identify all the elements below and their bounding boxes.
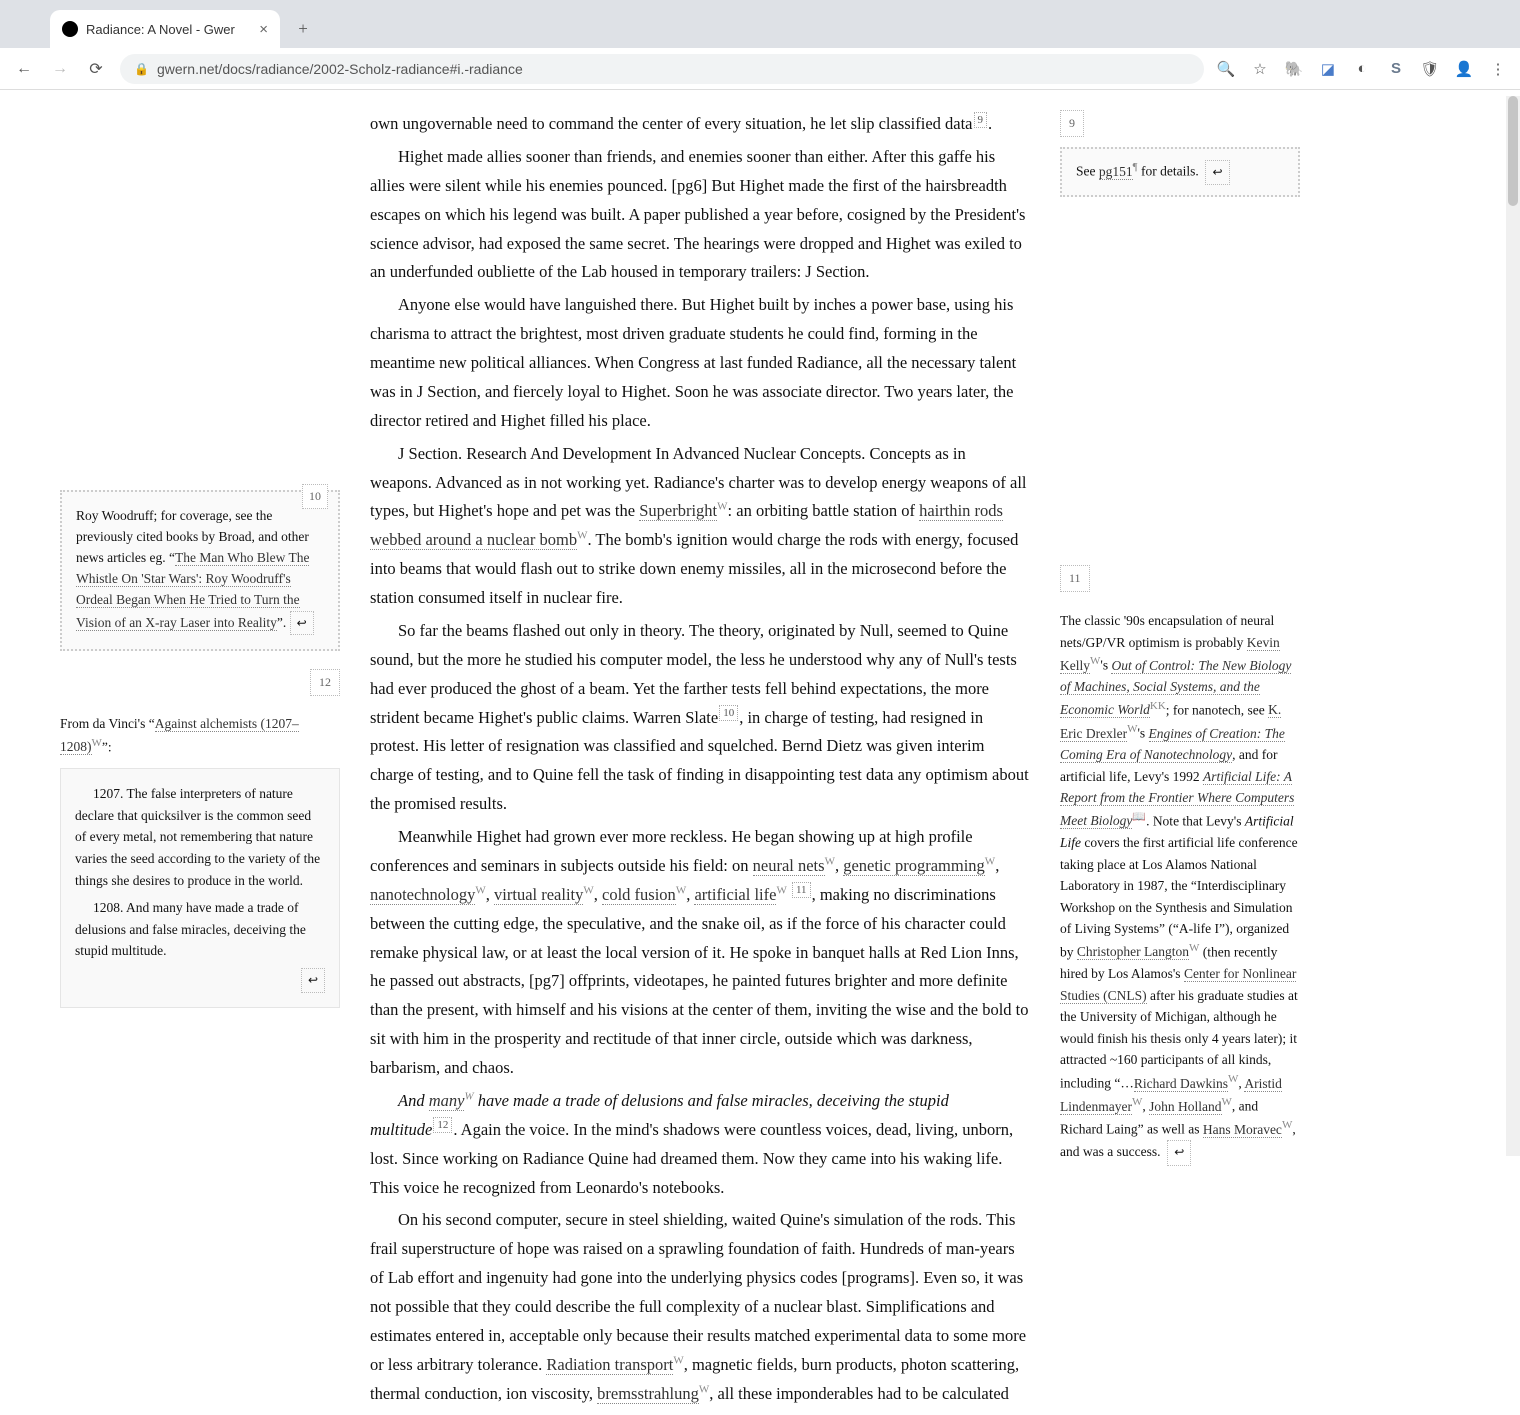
- new-tab-button[interactable]: +: [288, 14, 318, 44]
- lock-icon: 🔒: [134, 62, 149, 76]
- alife-link[interactable]: artificial life: [694, 885, 776, 905]
- url-text: gwern.net/docs/radiance/2002-Scholz-radi…: [157, 61, 523, 77]
- profile-icon[interactable]: 👤: [1454, 59, 1474, 79]
- right-margin: 9 See pg151¶ for details. ↩ 11 The class…: [1060, 110, 1300, 1415]
- sidenote-10: 10 Roy Woodruff; for coverage, see the p…: [60, 490, 340, 651]
- zoom-icon[interactable]: 🔍: [1216, 59, 1236, 79]
- close-icon[interactable]: ×: [259, 21, 268, 38]
- return-icon[interactable]: ↩: [301, 968, 325, 993]
- page-content: 10 Roy Woodruff; for coverage, see the p…: [0, 90, 1520, 1415]
- star-icon[interactable]: ☆: [1250, 59, 1270, 79]
- browser-toolbar: ← → ⟳ 🔒 gwern.net/docs/radiance/2002-Sch…: [0, 48, 1520, 90]
- para: Meanwhile Highet had grown ever more rec…: [370, 823, 1030, 1083]
- scrollbar-thumb[interactable]: [1508, 96, 1518, 206]
- sidenote-number: 12: [310, 669, 340, 696]
- back-button[interactable]: ←: [12, 57, 36, 81]
- forward-button[interactable]: →: [48, 57, 72, 81]
- footnote-ref-10[interactable]: 10: [719, 705, 738, 721]
- browser-tab-strip: Radiance: A Novel - Gwer × +: [0, 0, 1520, 48]
- return-icon[interactable]: ↩: [1167, 1140, 1191, 1165]
- sidenote-number: 10: [302, 484, 328, 509]
- brems-link[interactable]: bremsstrahlung: [597, 1384, 699, 1404]
- menu-icon[interactable]: ⋮: [1488, 59, 1508, 79]
- davinci-quote: 1207. The false interpreters of nature d…: [60, 768, 340, 1008]
- footnote-ref-9[interactable]: 9: [974, 112, 988, 128]
- para: Anyone else would have languished there.…: [370, 291, 1030, 435]
- dawkins-link[interactable]: Richard Dawkins: [1134, 1076, 1228, 1092]
- para: own ungovernable need to command the cen…: [370, 110, 1030, 139]
- holland-link[interactable]: John Holland: [1149, 1099, 1221, 1115]
- footnote-ref-11[interactable]: 11: [792, 882, 811, 898]
- tab-title: Radiance: A Novel - Gwer: [86, 22, 235, 37]
- moravec-link[interactable]: Hans Moravec: [1203, 1122, 1282, 1138]
- site-favicon: [62, 21, 78, 37]
- superbright-link[interactable]: Superbright: [639, 501, 717, 521]
- vr-link[interactable]: virtual reality: [494, 885, 583, 905]
- sidenote-number: 11: [1060, 565, 1090, 592]
- toolbar-icons: 🔍 ☆ 🐘 ◪ ◐ S 🛡 👤 ⋮: [1216, 59, 1508, 79]
- extension-icon-1[interactable]: ◪: [1318, 59, 1338, 79]
- sidenote-number: 9: [1060, 110, 1084, 137]
- para: On his second computer, secure in steel …: [370, 1206, 1030, 1415]
- sidenote-12-intro: From da Vinci's “Against alchemists (120…: [60, 714, 340, 758]
- extension-icon-s[interactable]: S: [1386, 59, 1406, 79]
- cold-fusion-link[interactable]: cold fusion: [602, 885, 676, 905]
- return-icon[interactable]: ↩: [1205, 160, 1229, 185]
- address-bar[interactable]: 🔒 gwern.net/docs/radiance/2002-Scholz-ra…: [120, 54, 1204, 84]
- many-link[interactable]: many: [429, 1091, 465, 1111]
- sidenote-11: The classic '90s encapsulation of neural…: [1060, 610, 1300, 1165]
- return-icon[interactable]: ↩: [290, 611, 314, 636]
- shield-icon[interactable]: 🛡: [1420, 59, 1440, 79]
- main-text: own ungovernable need to command the cen…: [370, 110, 1030, 1415]
- para: So far the beams flashed out only in the…: [370, 617, 1030, 819]
- pg151-link[interactable]: pg151: [1099, 164, 1133, 180]
- browser-tab[interactable]: Radiance: A Novel - Gwer ×: [50, 10, 280, 48]
- gp-link[interactable]: genetic programming: [843, 856, 985, 876]
- nano-link[interactable]: nanotechnology: [370, 885, 475, 905]
- para: And manyW have made a trade of delusions…: [370, 1087, 1030, 1203]
- sidenote-9: See pg151¶ for details. ↩: [1060, 147, 1300, 197]
- neural-nets-link[interactable]: neural nets: [753, 856, 825, 876]
- evernote-icon[interactable]: 🐘: [1284, 59, 1304, 79]
- extension-icon-2[interactable]: ◐: [1352, 59, 1372, 79]
- para: J Section. Research And Development In A…: [370, 440, 1030, 613]
- para: Highet made allies sooner than friends, …: [370, 143, 1030, 287]
- reload-button[interactable]: ⟳: [84, 57, 108, 81]
- rad-transport-link[interactable]: Radiation transport: [546, 1355, 673, 1375]
- scrollbar-track[interactable]: [1506, 96, 1520, 1156]
- left-margin: 10 Roy Woodruff; for coverage, see the p…: [60, 110, 340, 1415]
- footnote-ref-12[interactable]: 12: [433, 1117, 452, 1133]
- langton-link[interactable]: Christopher Langton: [1077, 944, 1189, 960]
